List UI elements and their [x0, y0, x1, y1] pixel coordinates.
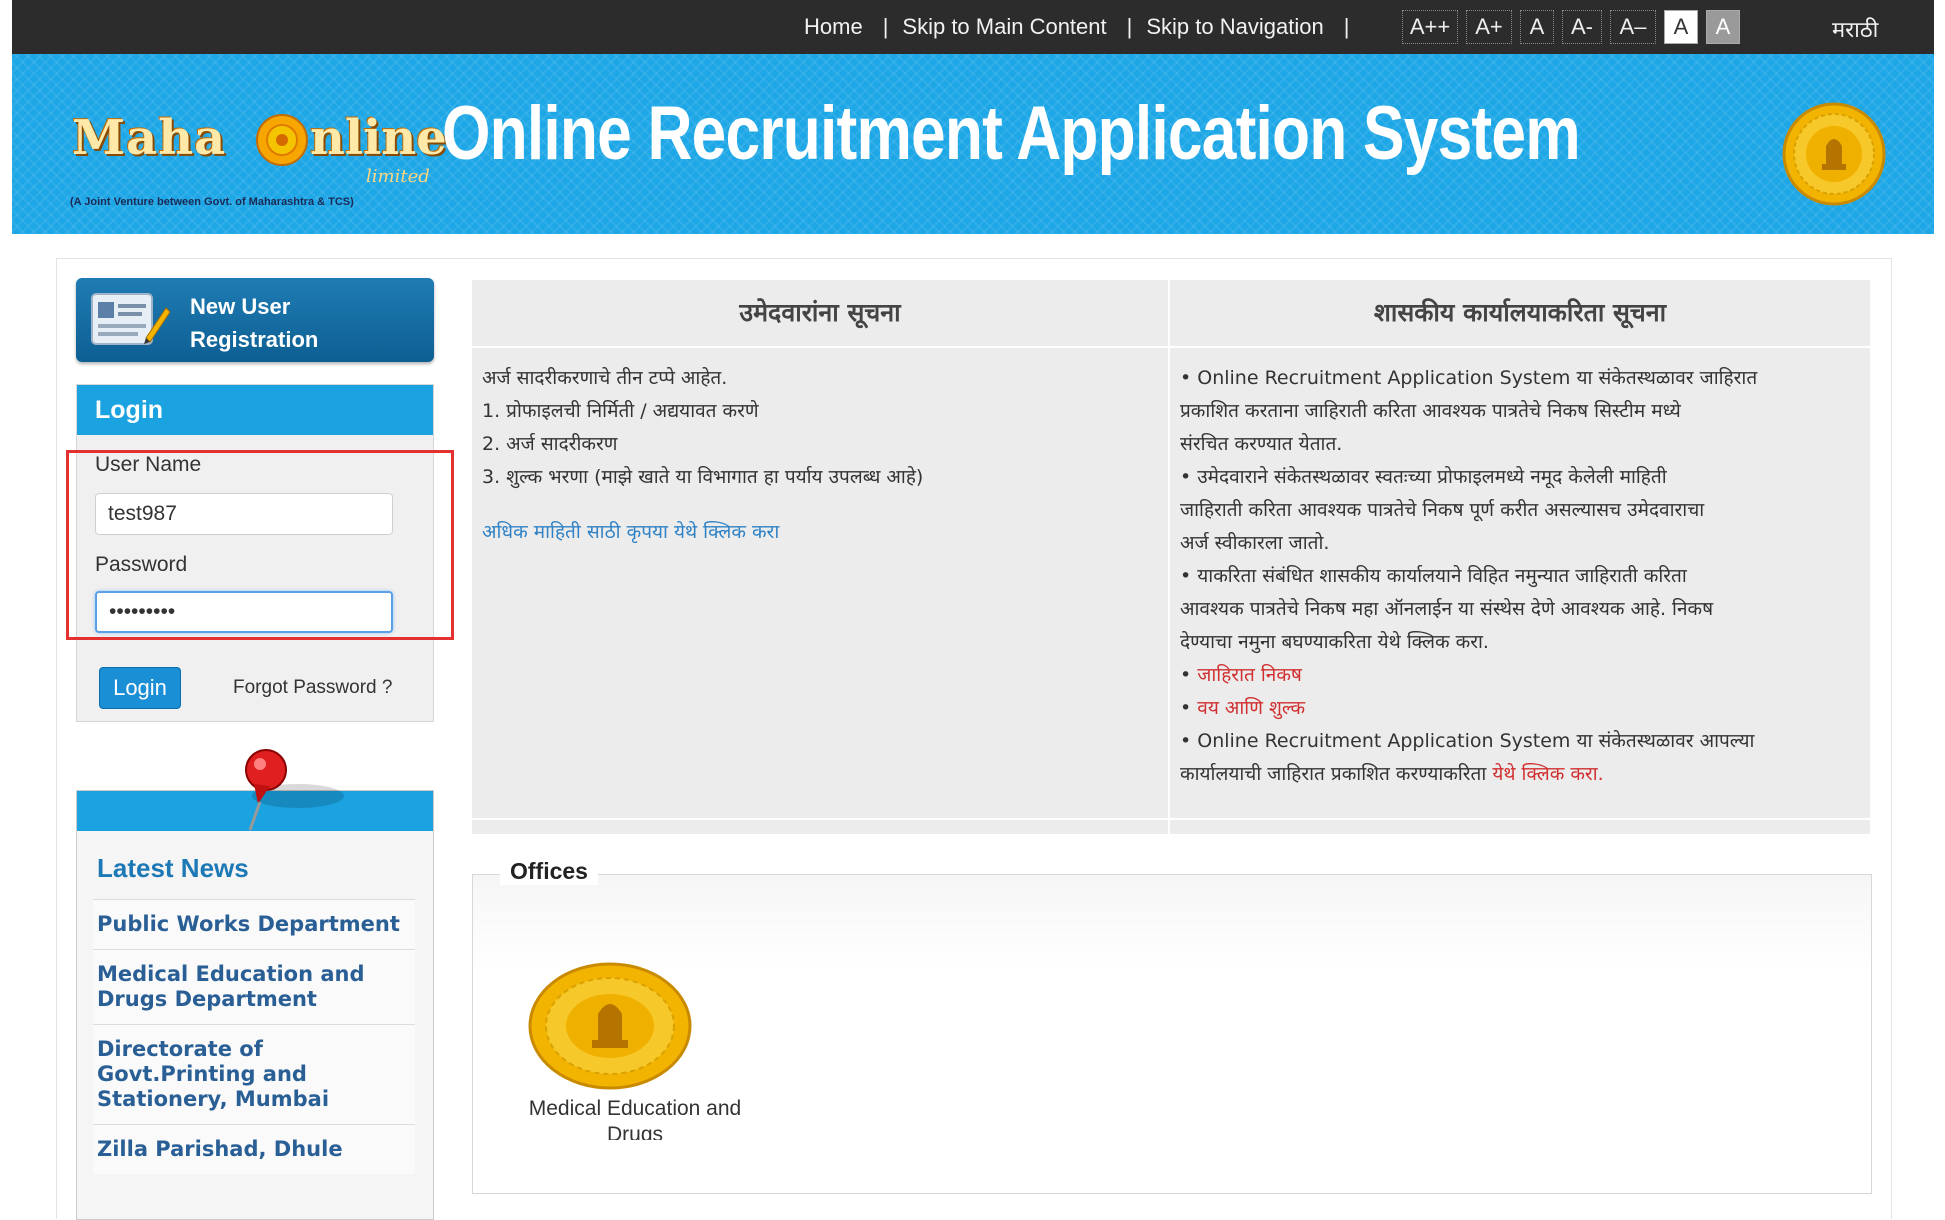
skip-to-nav-link[interactable]: Skip to Navigation — [1146, 14, 1323, 40]
notice-line: देण्याचा नमुना बघण्याकरिता येथे क्लिक कर… — [1180, 631, 1489, 653]
publish-ad-link[interactable]: येथे क्लिक करा. — [1492, 763, 1603, 785]
notice-line: 2. अर्ज सादरीकरण — [482, 433, 618, 455]
office-seal-icon[interactable] — [528, 962, 692, 1090]
font-size-controls: A++ A+ A A- A– A A — [1402, 10, 1740, 44]
login-button[interactable]: Login — [99, 667, 181, 709]
page-title: Online Recruitment Application System — [442, 91, 1581, 176]
candidate-notice-body: अर्ज सादरीकरणाचे तीन टप्पे आहेत. 1. प्रो… — [472, 348, 1168, 549]
latest-news-heading: Latest News — [97, 853, 249, 883]
forgot-password-link[interactable]: Forgot Password ? — [233, 677, 392, 699]
language-toggle[interactable]: मराठी — [1832, 14, 1878, 44]
maharashtra-seal-icon — [1782, 102, 1886, 206]
nav-separator: | — [1126, 14, 1133, 39]
publish-ad-text: कार्यालयाची जाहिरात प्रकाशित करण्याकरिता — [1180, 763, 1493, 785]
criteria-item: • जाहिरात निकष — [1180, 659, 1860, 692]
office-notice-column: शासकीय कार्यालयाकरिता सूचना • Online Rec… — [1170, 280, 1870, 834]
username-label: User Name — [95, 453, 202, 476]
news-item[interactable]: Public Works Department — [93, 899, 415, 949]
logo-word-maha: Maha — [72, 110, 227, 166]
notice-line: आवश्यक पात्रतेचे निकष महा ऑनलाईन या संस्… — [1180, 598, 1714, 620]
pushpin-icon — [245, 749, 344, 831]
logo-tagline: (A Joint Venture between Govt. of Mahara… — [70, 196, 354, 208]
top-nav: Home | Skip to Main Content | Skip to Na… — [804, 0, 1363, 54]
age-fee-link[interactable]: वय आणि शुल्क — [1197, 697, 1305, 719]
notice-line: 1. प्रोफाइलची निर्मिती / अद्ययावत करणे — [482, 400, 759, 422]
office-notice-body: • Online Recruitment Application System … — [1170, 348, 1870, 791]
notice-line: 3. शुल्क भरणा (माझे खाते या विभागात हा प… — [482, 466, 924, 488]
home-link[interactable]: Home — [804, 14, 863, 40]
font-size-xs-button[interactable]: A– — [1610, 10, 1656, 44]
notice-line: • Online Recruitment Application System … — [1180, 730, 1755, 752]
notice-line: अर्ज सादरीकरणाचे तीन टप्पे आहेत. — [482, 367, 728, 389]
candidate-notice-heading: उमेदवारांना सूचना — [472, 280, 1168, 348]
news-item[interactable]: Zilla Parishad, Dhule — [93, 1124, 415, 1174]
top-utility-bar: Home | Skip to Main Content | Skip to Na… — [12, 0, 1934, 54]
notice-line: प्रकाशित करताना जाहिराती करिता आवश्यक पा… — [1180, 400, 1681, 422]
notice-footer-strip — [472, 818, 1168, 834]
font-size-large-button[interactable]: A+ — [1466, 10, 1512, 44]
username-input[interactable] — [95, 493, 393, 535]
mahaonline-logo: Maha nline limited (A Joint Venture betw… — [60, 98, 447, 208]
bullet: • — [1180, 664, 1192, 686]
office-name-link[interactable]: Medical Education and Drugs — [520, 1096, 750, 1140]
news-item[interactable]: Directorate of Govt.Printing and Station… — [93, 1024, 415, 1124]
login-panel: Login User Name Password Login Forgot Pa… — [76, 384, 434, 722]
password-input[interactable] — [95, 591, 393, 633]
font-size-small-button[interactable]: A- — [1562, 10, 1602, 44]
font-size-normal-button[interactable]: A — [1520, 10, 1554, 44]
ad-criteria-link[interactable]: जाहिरात निकष — [1197, 664, 1302, 686]
candidate-notice-column: उमेदवारांना सूचना अर्ज सादरीकरणाचे तीन ट… — [472, 280, 1170, 834]
header-banner: Maha nline limited (A Joint Venture betw… — [12, 54, 1934, 234]
nav-separator: | — [1343, 14, 1350, 39]
registration-form-icon — [91, 293, 170, 345]
office-notice-heading: शासकीय कार्यालयाकरिता सूचना — [1170, 280, 1870, 348]
publish-ad-line: कार्यालयाची जाहिरात प्रकाशित करण्याकरिता… — [1180, 758, 1860, 791]
age-fee-item: • वय आणि शुल्क — [1180, 692, 1860, 725]
new-user-registration-button[interactable]: New User Registration — [76, 278, 434, 362]
more-info-link[interactable]: अधिक माहिती साठी कृपया येथे क्लिक करा — [482, 516, 1158, 549]
notice-line: अर्ज स्वीकारला जातो. — [1180, 532, 1330, 554]
notices-panel: उमेदवारांना सूचना अर्ज सादरीकरणाचे तीन ट… — [472, 280, 1870, 834]
news-item[interactable]: Medical Education and Drugs Department — [93, 949, 415, 1024]
password-label: Password — [95, 553, 188, 576]
nav-separator: | — [882, 14, 889, 39]
notice-line: • Online Recruitment Application System … — [1180, 367, 1758, 389]
login-heading: Login — [77, 385, 433, 435]
font-size-xl-button[interactable]: A++ — [1402, 10, 1458, 44]
logo-word-nline: nline — [310, 110, 447, 166]
contrast-dark-button[interactable]: A — [1706, 10, 1740, 44]
offices-legend: Offices — [500, 858, 598, 885]
new-user-label: New User Registration — [190, 294, 319, 352]
notice-footer-strip — [1170, 818, 1870, 834]
latest-news-panel: Latest News Public Works Department Medi… — [76, 790, 434, 1220]
skip-to-main-link[interactable]: Skip to Main Content — [902, 14, 1106, 40]
logo-sun-icon — [256, 114, 308, 166]
logo-limited: limited — [366, 166, 430, 187]
news-list: Public Works Department Medical Educatio… — [93, 899, 415, 1174]
bullet: • — [1180, 697, 1192, 719]
notice-line: • उमेदवाराने संकेतस्थळावर स्वतःच्या प्रो… — [1180, 466, 1667, 488]
notice-line: जाहिराती करिता आवश्यक पात्रतेचे निकष पूर… — [1180, 499, 1705, 521]
notice-line: • याकरिता संबंधित शासकीय कार्यालयाने विह… — [1180, 565, 1687, 587]
contrast-light-button[interactable]: A — [1664, 10, 1698, 44]
notice-line: संरचित करण्यात येतात. — [1180, 433, 1343, 455]
